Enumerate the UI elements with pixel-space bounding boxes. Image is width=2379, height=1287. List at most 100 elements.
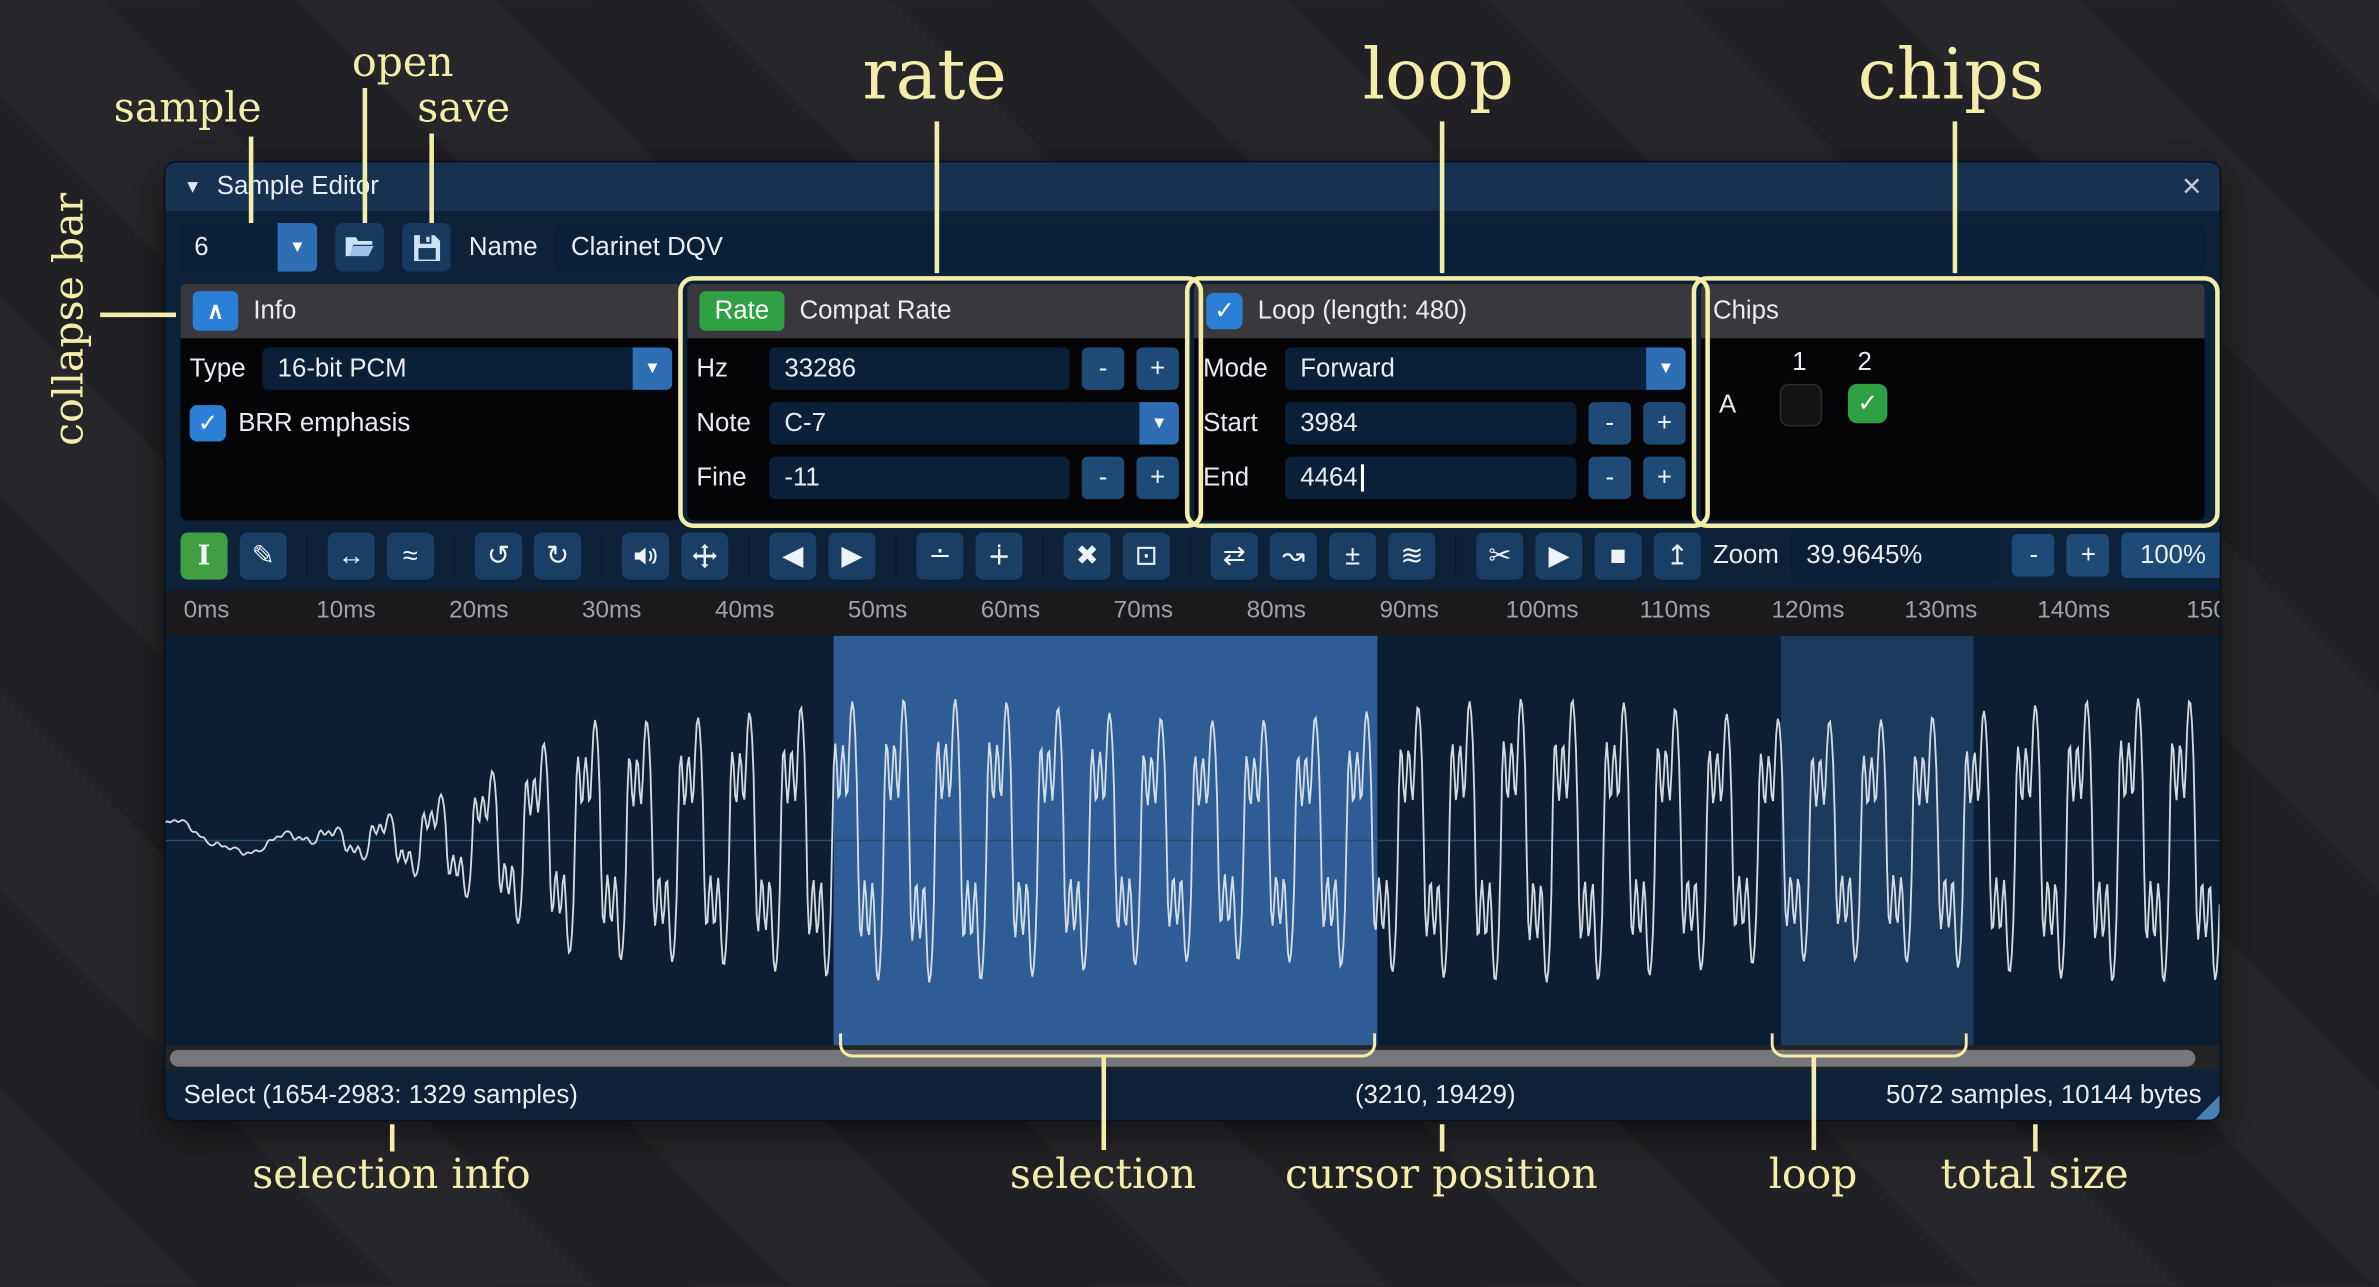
timeline-label: 50ms xyxy=(848,598,907,625)
crossfade-button[interactable]: ✂ xyxy=(1476,532,1523,579)
top-row: 6 ▼ Name Clarinet DQV xyxy=(165,211,2219,284)
invert-button[interactable]: ↝ xyxy=(1270,532,1317,579)
type-dropdown[interactable]: 16-bit PCM ▼ xyxy=(262,347,672,389)
timeline-label: 110ms xyxy=(1639,598,1710,625)
annotation-open: open xyxy=(352,39,454,86)
annotation-line-open xyxy=(363,88,367,223)
desktop: ▼ Sample Editor × 6 ▼ xyxy=(0,0,2379,1287)
timeline-label: 20ms xyxy=(449,598,508,625)
close-icon[interactable]: × xyxy=(2182,170,2202,203)
info-panel-title: Info xyxy=(253,296,296,326)
create-instrument-button[interactable]: ↥ xyxy=(1654,532,1701,579)
redo-button[interactable]: ↻ xyxy=(534,532,581,579)
timeline-ruler: 0ms10ms20ms30ms40ms50ms60ms70ms80ms90ms1… xyxy=(165,590,2219,636)
annotation-loop-marker: loop xyxy=(1769,1152,1858,1199)
rate-highlight-outline xyxy=(678,276,1203,528)
annotation-sample: sample xyxy=(114,85,262,132)
selection-info-text: Select (1654-2983: 1329 samples) xyxy=(184,1080,578,1110)
preview-stop-button[interactable]: ■ xyxy=(1595,532,1642,579)
timeline-label: 100ms xyxy=(1506,598,1579,625)
check-icon: ✓ xyxy=(198,408,218,438)
annotation-collapse-bar: collapse bar xyxy=(46,190,93,448)
zoom-input[interactable]: 39.9645% xyxy=(1791,533,2000,579)
filter-button[interactable]: ≋ xyxy=(1388,532,1435,579)
amplify-volume-icon xyxy=(631,541,660,570)
toolbar-separator xyxy=(601,536,603,575)
toolbar-separator xyxy=(895,536,897,575)
forward-button[interactable]: ▶ xyxy=(828,532,875,579)
annotation-total-size: total size xyxy=(1941,1152,2129,1199)
trim-button[interactable]: ⊡ xyxy=(1123,532,1170,579)
annotation-cursor-position: cursor position xyxy=(1285,1152,1598,1199)
toolbar-separator xyxy=(748,536,750,575)
timeline-label: 10ms xyxy=(316,598,375,625)
chevron-up-icon: ∧ xyxy=(207,297,224,324)
resize-grip[interactable] xyxy=(2195,1095,2219,1119)
annotation-line-chips xyxy=(1953,121,1957,273)
wave-resize-button[interactable]: ↔ xyxy=(328,532,375,579)
amplify-volume-button[interactable] xyxy=(622,532,669,579)
status-bar: Select (1654-2983: 1329 samples) (3210, … xyxy=(165,1070,2219,1120)
annotation-save: save xyxy=(417,85,510,132)
selection-bracket xyxy=(839,1033,1376,1057)
pencil-tool-button[interactable]: ✎ xyxy=(240,532,287,579)
timeline-label: 70ms xyxy=(1114,598,1173,625)
sample-number-value[interactable]: 6 xyxy=(181,223,278,272)
backward-button[interactable]: ◀ xyxy=(769,532,816,579)
undo-button[interactable]: ↺ xyxy=(475,532,522,579)
name-input[interactable]: Clarinet DQV xyxy=(556,223,2205,272)
annotation-line-rate xyxy=(935,121,939,273)
timeline-label: 150 xyxy=(2186,598,2219,625)
sign-toggle-button[interactable]: ± xyxy=(1329,532,1376,579)
waveform-display[interactable] xyxy=(165,636,2219,1046)
annotation-selection-info: selection info xyxy=(252,1152,531,1199)
annotation-line-loop-marker xyxy=(1812,1058,1816,1151)
total-size-text: 5072 samples, 10144 bytes xyxy=(1886,1080,2201,1110)
silence-apply-button[interactable]: ∔ xyxy=(976,532,1023,579)
timeline-label: 140ms xyxy=(2037,598,2110,625)
chevron-down-icon[interactable]: ▼ xyxy=(633,347,672,389)
collapse-bar-button[interactable]: ∧ xyxy=(193,291,239,330)
annotation-line-total-size xyxy=(2033,1124,2037,1151)
toolbar-separator xyxy=(454,536,456,575)
wave-resample-button[interactable]: ≈ xyxy=(387,532,434,579)
chevron-down-icon[interactable]: ▼ xyxy=(278,223,317,272)
open-button[interactable] xyxy=(335,223,384,272)
brr-emphasis-checkbox[interactable]: ✓ xyxy=(190,405,226,441)
annotation-loop: loop xyxy=(1363,33,1514,115)
annotation-line-collapse-bar xyxy=(100,313,176,317)
save-icon xyxy=(412,233,441,262)
timeline-label: 80ms xyxy=(1247,598,1306,625)
timeline-label: 0ms xyxy=(184,598,230,625)
zoom-out-button[interactable]: - xyxy=(2013,534,2055,576)
zoom-cluster: Zoom 39.9645% - + 100% xyxy=(1713,533,2221,579)
type-value: 16-bit PCM xyxy=(278,354,407,384)
zoom-reset-button[interactable]: 100% xyxy=(2122,533,2221,579)
timeline-label: 120ms xyxy=(1771,598,1844,625)
normalize-arrows-button[interactable] xyxy=(681,532,728,579)
annotation-line-loop xyxy=(1440,121,1444,273)
silence-insert-button[interactable]: ∸ xyxy=(916,532,963,579)
waveform-svg xyxy=(165,636,2219,1046)
preview-play-button[interactable]: ▶ xyxy=(1535,532,1582,579)
zoom-label: Zoom xyxy=(1713,540,1779,570)
cursor-position-text: (3210, 19429) xyxy=(1355,1080,1516,1110)
timeline-label: 30ms xyxy=(582,598,641,625)
toolbar: I ✎ ↔ ≈ ↺ ↻ ◀ ▶ ∸ ∔ ✖ ⊡ ⇄ ↝ ± ≋ ✂ ▶ ■ ↥ Zoom 39.9645% - + 1… xyxy=(165,520,2219,590)
toolbar-separator xyxy=(1455,536,1457,575)
sample-selector[interactable]: 6 ▼ xyxy=(181,223,318,272)
select-tool-button[interactable]: I xyxy=(181,532,228,579)
titlebar[interactable]: ▼ Sample Editor × xyxy=(165,162,2219,211)
timeline-label: 90ms xyxy=(1380,598,1439,625)
timeline-label: 60ms xyxy=(981,598,1040,625)
annotation-line-selection xyxy=(1102,1058,1106,1151)
toolbar-separator xyxy=(1190,536,1192,575)
brr-emphasis-label: BRR emphasis xyxy=(238,408,410,438)
reverse-button[interactable]: ⇄ xyxy=(1211,532,1258,579)
delete-button[interactable]: ✖ xyxy=(1064,532,1111,579)
collapse-triangle-icon[interactable]: ▼ xyxy=(184,176,202,197)
loop-bracket xyxy=(1771,1033,1968,1057)
save-button[interactable] xyxy=(402,223,451,272)
annotation-rate: rate xyxy=(862,33,1006,115)
zoom-in-button[interactable]: + xyxy=(2067,534,2109,576)
